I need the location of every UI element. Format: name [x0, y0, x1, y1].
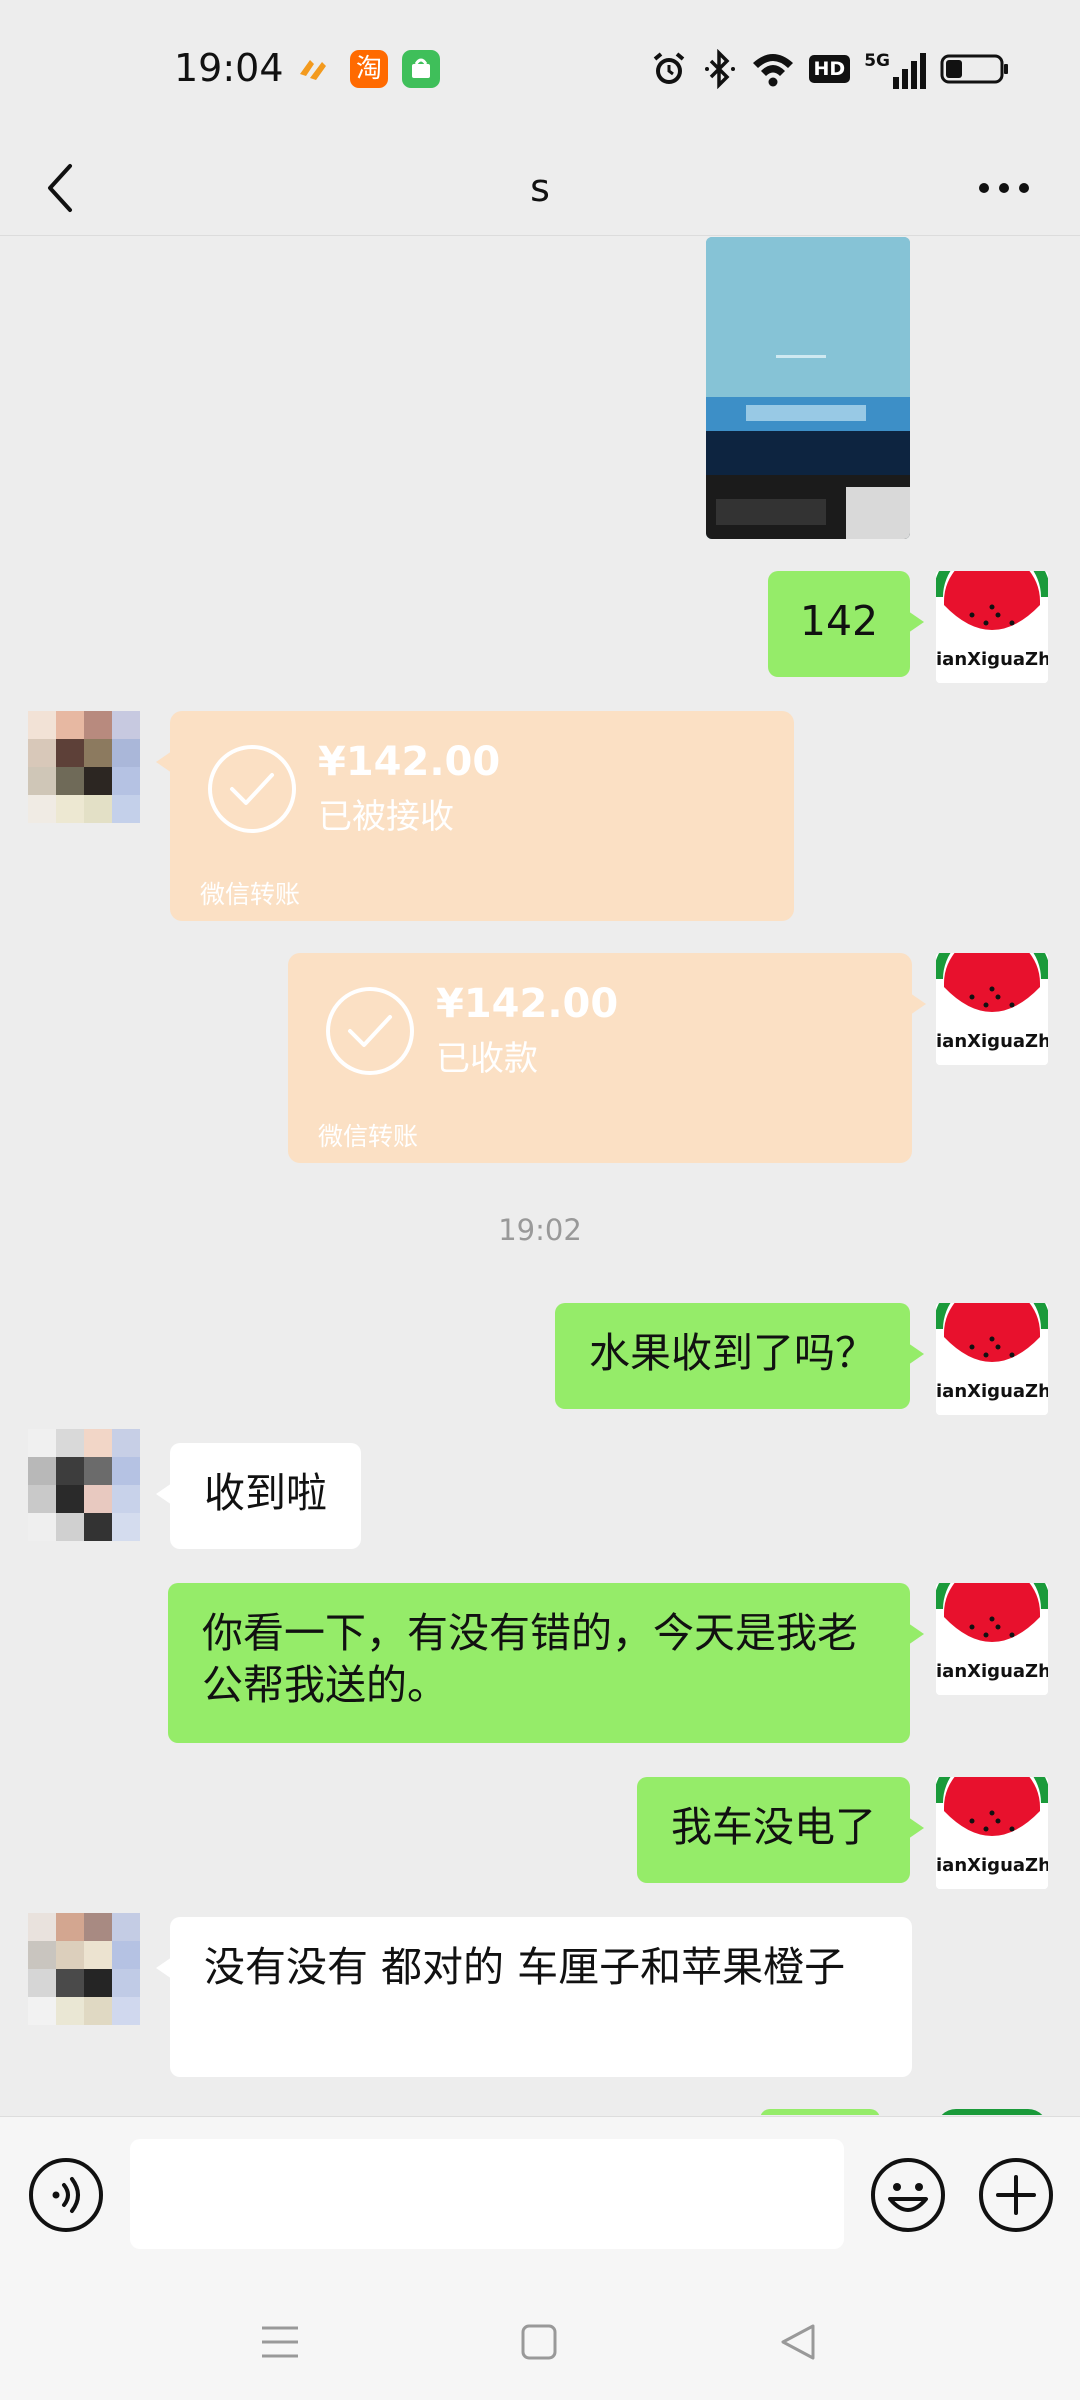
status-bar: 19:04 淘 HD 5G	[0, 0, 1080, 140]
chat-header: s	[0, 140, 1080, 236]
message-text: 没有没有 都对的 车厘子和苹果橙子	[204, 1943, 846, 1991]
network-label: 5G	[864, 51, 890, 71]
avatar-caption: ianXiguaZha	[936, 1661, 1048, 1682]
alarm-icon	[653, 52, 684, 84]
transfer-label: 微信转账	[318, 1122, 419, 1151]
message-bubble-partial[interactable]	[760, 2109, 880, 2115]
message-text: 收到啦	[204, 1469, 327, 1517]
my-avatar[interactable]: ianXiguaZha	[936, 953, 1048, 1065]
menu-button[interactable]	[250, 2312, 310, 2372]
taobao-icon: 淘	[350, 50, 388, 88]
my-avatar[interactable]: ianXiguaZha	[936, 1583, 1048, 1695]
transfer-status: 已收款	[436, 1039, 538, 1079]
contact-avatar[interactable]	[28, 1429, 140, 1541]
home-button[interactable]	[509, 2312, 569, 2372]
transfer-label: 微信转账	[200, 880, 301, 909]
transfer-card-sent[interactable]: ¥142.00 已收款 微信转账	[288, 953, 926, 1163]
emoji-icon	[871, 2158, 945, 2232]
chat-title: s	[530, 166, 550, 210]
my-avatar[interactable]: ianXiguaZha	[936, 1303, 1048, 1415]
status-icons: HD 5G	[649, 44, 1010, 94]
pay-icon	[294, 50, 332, 88]
system-back-button[interactable]	[768, 2312, 828, 2372]
back-triangle-icon	[781, 2324, 815, 2360]
signal-bar	[920, 53, 926, 89]
check-circle-icon	[208, 745, 296, 833]
status-time: 19:04	[174, 46, 284, 90]
message-bubble-received[interactable]: 没有没有 都对的 车厘子和苹果橙子	[156, 1917, 912, 2077]
message-bubble-sent[interactable]: 水果收到了吗？	[555, 1303, 924, 1409]
photo-thumbnail	[706, 237, 910, 539]
message-timestamp: 19:02	[498, 1213, 582, 1247]
system-nav-bar	[0, 2276, 1080, 2400]
bluetooth-icon	[704, 49, 735, 89]
plus-button[interactable]	[978, 2157, 1054, 2233]
avatar-rim	[936, 2109, 1048, 2115]
input-bar	[0, 2116, 1080, 2276]
message-bubble-received[interactable]: 收到啦	[156, 1443, 361, 1549]
home-square-icon	[521, 2324, 557, 2360]
more-button[interactable]	[964, 140, 1044, 236]
voice-icon	[29, 2158, 103, 2232]
message-text: 你看一下，有没有错的，今天是我老公帮我送的。	[202, 1609, 858, 1709]
blurred-avatar-image	[28, 1429, 140, 1541]
menu-icon	[262, 2326, 298, 2358]
battery-icon	[940, 54, 1008, 84]
message-text: 水果收到了吗？	[589, 1329, 876, 1377]
avatar-caption: ianXiguaZha	[936, 1855, 1048, 1876]
transfer-amount: ¥142.00	[318, 739, 501, 785]
emoji-button[interactable]	[870, 2157, 946, 2233]
avatar-caption: ianXiguaZha	[936, 1031, 1048, 1052]
my-avatar[interactable]: ianXiguaZha	[936, 571, 1048, 683]
blurred-avatar-image	[28, 711, 140, 823]
message-bubble-sent[interactable]: 142	[768, 571, 924, 677]
signal-bar	[911, 61, 917, 89]
avatar-caption: ianXiguaZha	[936, 649, 1048, 670]
contact-avatar[interactable]	[28, 711, 140, 823]
message-text: 142	[799, 597, 879, 645]
more-dots-icon	[979, 183, 1029, 193]
my-avatar-partial[interactable]	[936, 2109, 1048, 2115]
wifi-icon	[752, 54, 793, 87]
transfer-card-received[interactable]: ¥142.00 已被接收 微信转账	[156, 711, 794, 921]
signal-5g: 5G	[864, 49, 926, 89]
message-bubble-sent[interactable]: 我车没电了	[637, 1777, 924, 1883]
signal-bar	[893, 77, 899, 89]
my-avatar[interactable]: ianXiguaZha	[936, 1777, 1048, 1889]
message-input[interactable]	[130, 2139, 844, 2249]
check-circle-icon	[326, 987, 414, 1075]
message-text: 我车没电了	[671, 1803, 876, 1851]
avatar-caption: ianXiguaZha	[936, 1381, 1048, 1402]
store-icon	[402, 50, 440, 88]
chat-area[interactable]: 142 ianXiguaZha ¥142.00 已被接收 微信转账 ¥142.0…	[0, 237, 1080, 2115]
contact-avatar[interactable]	[28, 1913, 140, 2025]
plus-icon	[979, 2158, 1053, 2232]
taobao-char: 淘	[355, 54, 382, 84]
transfer-amount: ¥142.00	[436, 981, 619, 1027]
signal-bar	[902, 69, 908, 89]
blurred-avatar-image	[28, 1913, 140, 2025]
message-bubble-sent[interactable]: 你看一下，有没有错的，今天是我老公帮我送的。	[168, 1583, 924, 1743]
voice-button[interactable]	[28, 2157, 104, 2233]
image-message[interactable]	[706, 237, 910, 539]
hd-badge: HD	[808, 55, 851, 83]
transfer-status: 已被接收	[318, 797, 454, 837]
